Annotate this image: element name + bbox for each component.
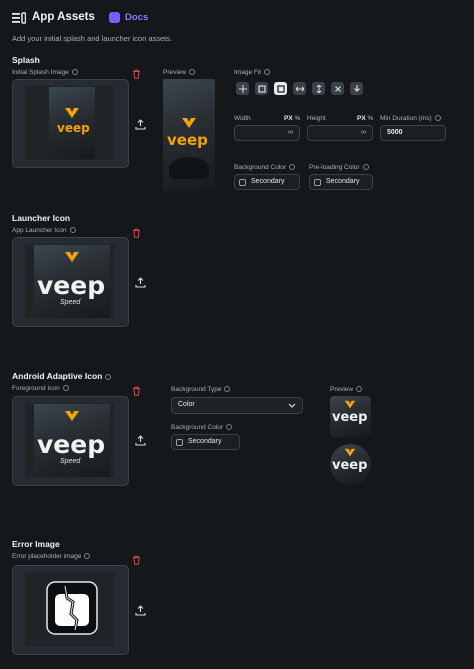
fit-scale-down-button[interactable] [350,82,363,95]
fit-height-button[interactable] [312,82,325,95]
preloading-color-picker[interactable]: Secondary [309,174,373,190]
foreground-icon-label: Foreground Icon [12,385,69,392]
trash-icon[interactable] [132,386,141,396]
splash-preview-image: veep [163,79,215,191]
fit-contain-button[interactable] [236,82,249,95]
broken-image-icon [46,581,98,635]
width-unit-toggle[interactable]: PX % [284,115,300,122]
x-icon [334,85,341,92]
min-duration-input[interactable]: 5000 [380,125,446,141]
info-icon[interactable] [226,424,233,430]
splash-bg-color-label: Background Color [234,164,296,171]
arrow-down-icon [353,84,360,92]
info-icon[interactable] [62,385,69,391]
height-input[interactable]: ∞ [307,125,373,141]
android-bg-color-picker[interactable]: Secondary [171,434,240,450]
info-icon[interactable] [356,386,363,392]
info-icon[interactable] [105,374,112,380]
docs-icon[interactable] [109,12,120,23]
square-filled-icon [276,84,285,93]
error-placeholder-label: Error placeholder image [12,553,91,560]
min-duration-label: Min Duration (ms) [380,115,441,122]
trash-icon[interactable] [132,555,141,565]
square-icon [257,84,266,93]
fit-width-button[interactable] [293,82,306,95]
upload-icon[interactable] [135,435,146,446]
adaptive-preview-square: veep [330,396,371,437]
chevron-down-icon [288,403,296,408]
foreground-icon-thumbnail: veep Speed [34,404,110,477]
move-icon [238,84,247,93]
image-fit-options [236,82,363,95]
upload-icon[interactable] [135,277,146,288]
docs-link[interactable]: Docs [125,12,148,23]
foreground-icon-dropzone[interactable]: veep Speed [12,396,129,486]
width-input[interactable]: ∞ [234,125,300,141]
initial-splash-label: Initial Splash Image [12,69,78,76]
width-label: Width [234,115,251,122]
fit-cover-button[interactable] [274,82,287,95]
fit-none-button[interactable] [331,82,344,95]
app-launcher-icon-label: App Launcher Icon [12,227,76,234]
info-icon[interactable] [69,227,76,233]
info-icon[interactable] [289,164,296,170]
page-subtitle: Add your initial splash and launcher ico… [12,34,173,43]
launcher-icon-thumbnail: veep Speed [34,245,110,318]
arrows-horizontal-icon [295,86,304,91]
info-icon[interactable] [434,115,441,121]
info-icon[interactable] [362,164,369,170]
info-icon[interactable] [224,386,231,392]
fit-fill-button[interactable] [255,82,268,95]
height-unit-toggle[interactable]: PX % [357,115,373,122]
splash-section-title: Splash [12,55,40,65]
info-icon[interactable] [189,69,196,75]
height-label: Height [307,115,326,122]
bg-type-select[interactable]: Color [171,397,303,414]
color-swatch [314,179,321,186]
info-icon[interactable] [264,69,271,75]
trash-icon[interactable] [132,228,141,238]
splash-preview-label: Preview [163,69,196,76]
color-swatch [239,179,246,186]
color-swatch [176,439,183,446]
splash-bg-color-picker[interactable]: Secondary [234,174,300,190]
preloading-color-label: Pre-loading Color [309,164,369,171]
upload-icon[interactable] [135,119,146,130]
info-icon[interactable] [71,69,78,75]
launcher-section-title: Launcher Icon [12,213,71,223]
splash-thumbnail: veep [49,87,95,159]
error-image-dropzone[interactable] [12,565,129,655]
page-title: App Assets [32,11,95,23]
image-fit-label: Image Fit [234,69,271,76]
splash-image-dropzone[interactable]: veep [12,79,129,168]
android-bg-color-label: Background Color [171,424,233,431]
trash-icon[interactable] [132,69,141,79]
android-section-title: Android Adaptive Icon [12,371,112,381]
error-section-title: Error Image [12,539,60,549]
android-preview-label: Preview [330,386,363,393]
arrows-vertical-icon [316,84,321,93]
adaptive-preview-circle: veep [330,444,371,485]
panel-menu-icon [12,12,26,24]
info-icon[interactable] [84,553,91,559]
launcher-icon-dropzone[interactable]: veep Speed [12,237,129,327]
bg-type-label: Background Type [171,386,231,393]
upload-icon[interactable] [135,605,146,616]
